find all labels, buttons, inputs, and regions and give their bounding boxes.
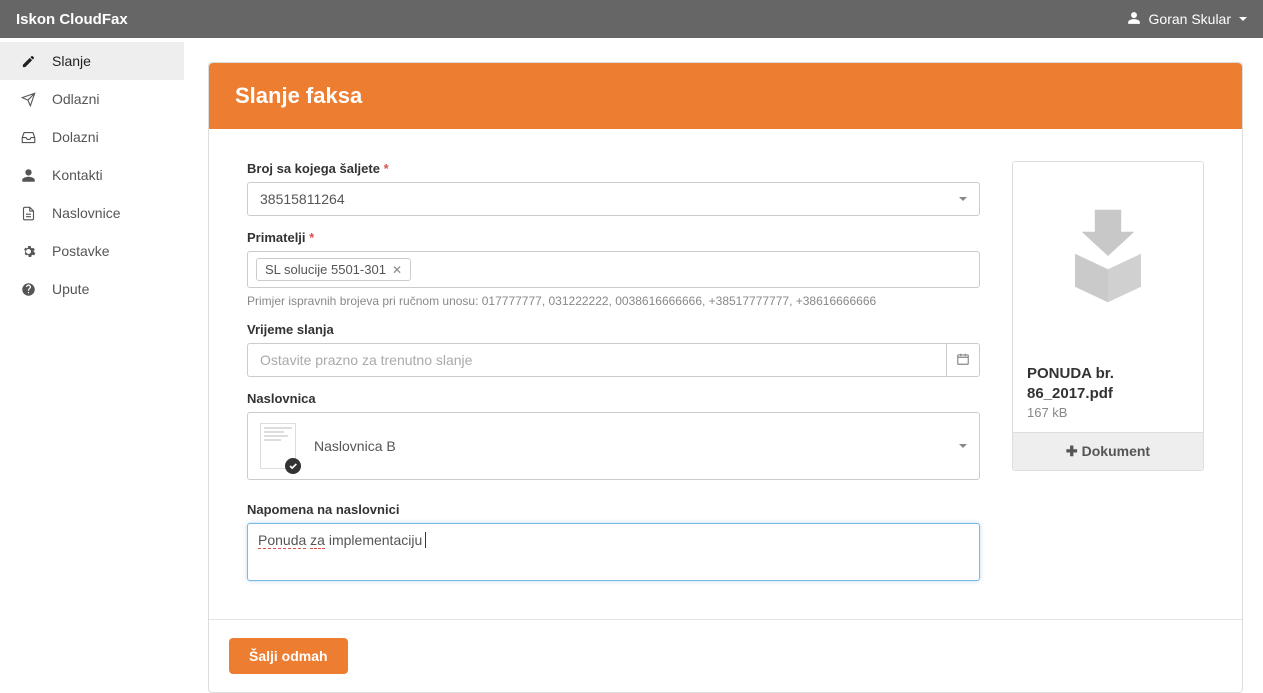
topbar: Iskon CloudFax Goran Skular bbox=[0, 0, 1263, 38]
sidebar-item-slanje[interactable]: Slanje bbox=[0, 42, 184, 80]
file-text-icon bbox=[20, 205, 36, 221]
recipients-input[interactable]: SL solucije 5501-301 ✕ bbox=[247, 251, 980, 288]
user-icon bbox=[20, 167, 36, 183]
sidebar-item-odlazni[interactable]: Odlazni bbox=[0, 80, 184, 118]
username: Goran Skular bbox=[1149, 11, 1231, 27]
brand-title: Iskon CloudFax bbox=[16, 11, 128, 28]
page-title: Slanje faksa bbox=[209, 63, 1242, 129]
sidebar-item-label: Dolazni bbox=[52, 129, 99, 145]
sidebar-item-postavke[interactable]: Postavke bbox=[0, 232, 184, 270]
download-box-icon bbox=[1053, 201, 1163, 314]
check-circle-icon bbox=[285, 458, 301, 474]
sidebar-item-dolazni[interactable]: Dolazni bbox=[0, 118, 184, 156]
cogs-icon bbox=[20, 243, 36, 259]
question-icon bbox=[20, 281, 36, 297]
chevron-down-icon bbox=[959, 444, 967, 448]
cover-note-textarea[interactable]: Ponuda za implementaciju bbox=[247, 523, 980, 581]
paper-plane-icon bbox=[20, 91, 36, 107]
cover-note-label: Napomena na naslovnici bbox=[247, 502, 980, 517]
cover-select[interactable]: Naslovnica B bbox=[247, 412, 980, 480]
from-number-label: Broj sa kojega šaljete * bbox=[247, 161, 980, 176]
inbox-icon bbox=[20, 129, 36, 145]
sidebar-item-label: Odlazni bbox=[52, 91, 99, 107]
cover-value: Naslovnica B bbox=[314, 438, 396, 454]
user-menu[interactable]: Goran Skular bbox=[1127, 11, 1247, 28]
chevron-down-icon bbox=[1239, 17, 1247, 21]
from-number-value: 38515811264 bbox=[260, 191, 345, 207]
sidebar-item-kontakti[interactable]: Kontakti bbox=[0, 156, 184, 194]
sidebar-item-label: Upute bbox=[52, 281, 89, 297]
user-icon bbox=[1127, 11, 1141, 28]
from-number-select[interactable]: 38515811264 bbox=[247, 182, 980, 216]
cover-label: Naslovnica bbox=[247, 391, 980, 406]
plus-icon: ✚ bbox=[1066, 443, 1078, 459]
send-now-button[interactable]: Šalji odmah bbox=[229, 638, 348, 674]
sidebar-item-label: Kontakti bbox=[52, 167, 103, 183]
document-size: 167 kB bbox=[1027, 405, 1189, 420]
chevron-down-icon bbox=[959, 197, 967, 201]
document-preview: PONUDA br. 86_2017.pdf 167 kB ✚Dokument bbox=[1012, 161, 1204, 471]
document-preview-image bbox=[1013, 162, 1203, 352]
remove-tag-icon[interactable]: ✕ bbox=[392, 263, 402, 277]
cover-thumbnail bbox=[260, 423, 296, 469]
recipients-label: Primatelji * bbox=[247, 230, 980, 245]
sidebar-item-label: Postavke bbox=[52, 243, 110, 259]
recipient-tag-text: SL solucije 5501-301 bbox=[265, 262, 386, 277]
pencil-icon bbox=[20, 53, 36, 69]
send-time-label: Vrijeme slanja bbox=[247, 322, 980, 337]
send-time-input[interactable] bbox=[247, 343, 946, 377]
calendar-icon bbox=[956, 352, 970, 369]
calendar-button[interactable] bbox=[946, 343, 980, 377]
send-fax-card: Slanje faksa Broj sa kojega šaljete * 38… bbox=[208, 62, 1243, 693]
add-document-button[interactable]: ✚Dokument bbox=[1013, 432, 1203, 470]
document-name: PONUDA br. 86_2017.pdf bbox=[1027, 364, 1189, 403]
recipients-hint: Primjer ispravnih brojeva pri ručnom uno… bbox=[247, 294, 980, 308]
sidebar-item-label: Slanje bbox=[52, 53, 91, 69]
sidebar-item-upute[interactable]: Upute bbox=[0, 270, 184, 308]
sidebar: Slanje Odlazni Dolazni Kontakti Naslovnice Po… bbox=[0, 38, 184, 693]
recipient-tag: SL solucije 5501-301 ✕ bbox=[256, 258, 411, 281]
sidebar-item-naslovnice[interactable]: Naslovnice bbox=[0, 194, 184, 232]
sidebar-item-label: Naslovnice bbox=[52, 205, 120, 221]
